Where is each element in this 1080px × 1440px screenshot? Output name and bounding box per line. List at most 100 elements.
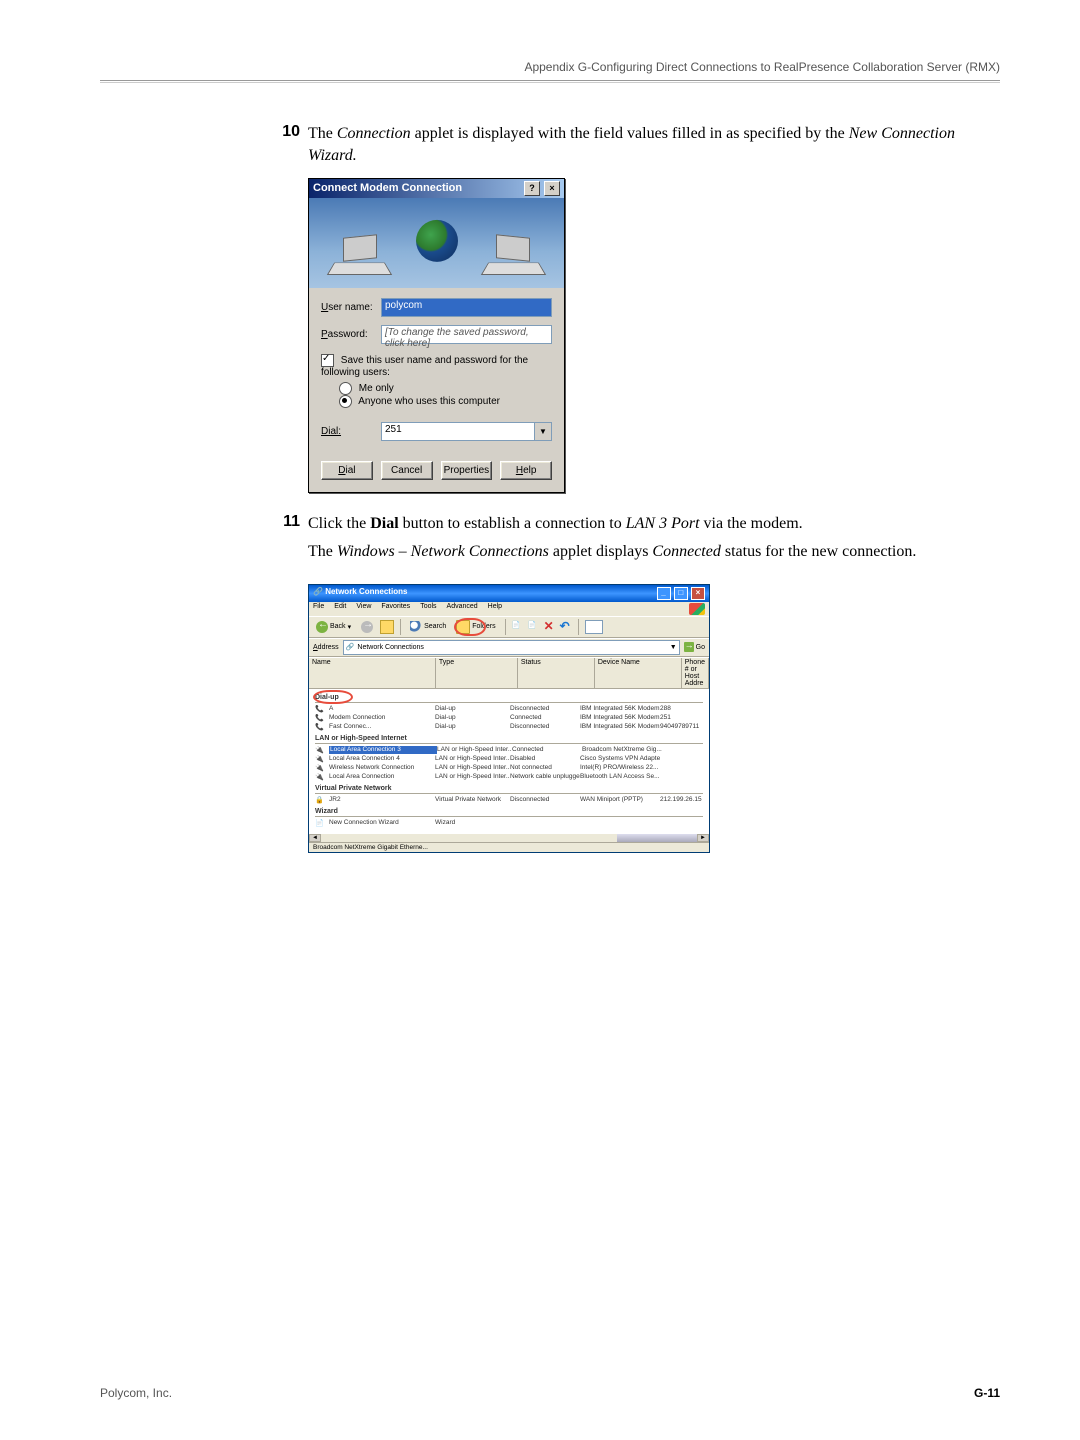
vpn-icon	[315, 796, 327, 804]
s11-l2-ia: Windows – Network Connections	[337, 543, 549, 560]
s11-l1-c: via the modem.	[700, 515, 803, 532]
col-type[interactable]: Type	[436, 658, 518, 688]
search-button[interactable]: Search	[407, 620, 449, 634]
go-icon	[684, 642, 694, 652]
dialup-row[interactable]: ADial-upDisconnectedIBM Integrated 56K M…	[309, 705, 709, 714]
move-to-icon[interactable]: 📄	[512, 621, 524, 633]
lan-icon	[315, 755, 327, 763]
username-label: User name:	[321, 302, 381, 313]
address-bar: Address 🔗 Network Connections ▼ Go	[309, 638, 709, 657]
me-only-radio[interactable]	[339, 382, 352, 395]
menu-favorites[interactable]: Favorites	[381, 603, 410, 615]
dialup-icon	[315, 723, 327, 731]
address-dropdown-icon[interactable]: ▼	[670, 644, 677, 651]
col-phone[interactable]: Phone # or Host Addre	[682, 658, 709, 688]
nc-title-icon: 🔗	[313, 587, 325, 596]
col-device[interactable]: Device Name	[595, 658, 682, 688]
horizontal-scrollbar[interactable]: ◄►	[309, 834, 709, 842]
menu-advanced[interactable]: Advanced	[447, 603, 478, 615]
close-button[interactable]: ×	[691, 587, 705, 600]
go-button[interactable]: Go	[684, 642, 705, 652]
dialog-title-text: Connect Modem Connection	[313, 182, 462, 194]
back-button[interactable]: Back ▾	[313, 620, 354, 634]
views-button[interactable]	[585, 620, 603, 634]
column-headers: Name Type Status Device Name Phone # or …	[309, 657, 709, 689]
s11-l2-ib: Connected	[652, 543, 720, 560]
dialog-help-button[interactable]: ?	[524, 181, 540, 196]
properties-button[interactable]: Properties	[441, 461, 493, 480]
step-10-number: 10	[270, 123, 300, 168]
connect-modem-dialog: Connect Modem Connection ? × User name: …	[308, 178, 565, 493]
page-header: Appendix G-Configuring Direct Connection…	[524, 60, 1000, 74]
menu-tools[interactable]: Tools	[420, 603, 436, 615]
up-button[interactable]	[380, 620, 394, 634]
status-bar: Broadcom NetXtreme Gigabit Etherne...	[309, 842, 709, 852]
anyone-radio[interactable]	[339, 395, 352, 408]
lan-icon	[315, 773, 327, 781]
username-field[interactable]: polycom	[381, 298, 552, 317]
menu-edit[interactable]: Edit	[334, 603, 346, 615]
menu-view[interactable]: View	[356, 603, 371, 615]
copy-to-icon[interactable]: 📄	[528, 621, 540, 633]
wizard-row[interactable]: New Connection WizardWizard	[309, 819, 709, 828]
address-label: Address	[313, 644, 339, 651]
s11-l2-c: status for the new connection.	[721, 543, 917, 560]
back-icon	[316, 621, 328, 633]
menu-file[interactable]: File	[313, 603, 324, 615]
s11-l1-italic: LAN 3 Port	[626, 515, 700, 532]
forward-button[interactable]	[358, 620, 376, 634]
maximize-button[interactable]: □	[674, 587, 688, 600]
footer-page-number: G-11	[974, 1386, 1000, 1400]
nc-toolbar: Back ▾ Search Folders 📄 📄 ✕ ↶	[309, 616, 709, 638]
step-11-number: 11	[270, 513, 300, 564]
col-name[interactable]: Name	[309, 658, 436, 688]
network-connections-window: 🔗 Network Connections _ □ × File Edit Vi…	[308, 584, 710, 853]
password-field[interactable]: [To change the saved password, click her…	[381, 325, 552, 344]
dialog-graphic	[309, 198, 564, 288]
lan-icon	[315, 764, 327, 772]
dialup-row[interactable]: Fast Connec...Dial-upDisconnectedIBM Int…	[309, 723, 709, 732]
dial-dropdown-button[interactable]: ▼	[535, 422, 552, 441]
address-field[interactable]: 🔗 Network Connections ▼	[343, 640, 680, 655]
vpn-row[interactable]: JR2Virtual Private NetworkDisconnectedWA…	[309, 796, 709, 805]
lan-row[interactable]: Local Area Connection 3LAN or High-Speed…	[309, 746, 709, 755]
lan-row[interactable]: Wireless Network ConnectionLAN or High-S…	[309, 764, 709, 773]
anyone-label: Anyone who uses this computer	[358, 396, 500, 407]
dialog-close-button[interactable]: ×	[544, 181, 560, 196]
undo-icon[interactable]: ↶	[560, 621, 572, 633]
dialup-row[interactable]: Modem ConnectionDial-upConnectedIBM Inte…	[309, 714, 709, 723]
s11-l1-b: button to establish a connection to	[399, 515, 626, 532]
header-divider	[100, 80, 1000, 83]
dialup-icon	[315, 714, 327, 722]
dial-label: Dial:	[321, 426, 381, 437]
step10-text-b: applet is displayed with the field value…	[411, 125, 849, 142]
dialog-titlebar: Connect Modem Connection ? ×	[309, 179, 564, 198]
delete-icon[interactable]: ✕	[544, 621, 556, 633]
nc-titlebar: 🔗 Network Connections _ □ ×	[309, 585, 709, 602]
minimize-button[interactable]: _	[657, 587, 671, 600]
s11-l1-bold: Dial	[370, 515, 398, 532]
toolbar-separator	[578, 619, 579, 635]
save-credentials-label: Save this user name and password for the…	[321, 355, 528, 378]
lan-icon	[315, 746, 327, 754]
step10-text-a: The	[308, 125, 337, 142]
globe-icon	[416, 220, 458, 262]
dial-field[interactable]: 251	[381, 422, 535, 441]
annotation-oval-folders	[454, 618, 486, 636]
toolbar-separator	[400, 619, 401, 635]
help-button[interactable]: Help	[500, 461, 552, 480]
cancel-button[interactable]: Cancel	[381, 461, 433, 480]
dial-button[interactable]: Dial	[321, 461, 373, 480]
lan-row[interactable]: Local Area Connection 4LAN or High-Speed…	[309, 755, 709, 764]
annotation-oval-dialup	[313, 690, 353, 704]
save-credentials-checkbox[interactable]	[321, 354, 334, 367]
col-status[interactable]: Status	[518, 658, 595, 688]
address-value: Network Connections	[357, 644, 424, 651]
search-icon	[410, 621, 422, 633]
s11-l2-b: applet displays	[549, 543, 653, 560]
group-dialup: Dial-up	[309, 691, 709, 702]
nc-title-text: Network Connections	[325, 587, 407, 596]
step10-italic-a: Connection	[337, 125, 411, 142]
menu-help[interactable]: Help	[488, 603, 502, 615]
lan-row[interactable]: Local Area ConnectionLAN or High-Speed I…	[309, 773, 709, 782]
